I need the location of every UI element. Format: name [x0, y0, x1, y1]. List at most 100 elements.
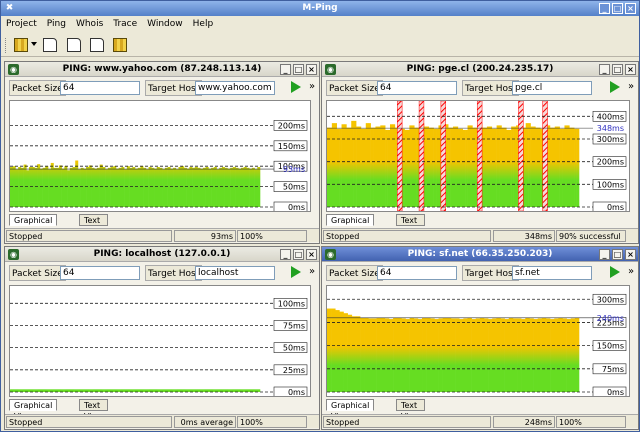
tick-label: 75ms — [283, 321, 305, 330]
close-icon[interactable]: × — [625, 3, 636, 14]
tick-label: 0ms — [288, 388, 305, 396]
packet-size-label: Packet Size — [326, 265, 383, 281]
tab-text-view[interactable]: Text View — [396, 214, 425, 236]
minimize-icon[interactable]: _ — [280, 249, 291, 260]
dropdown-arrow-icon[interactable] — [31, 42, 37, 46]
ping-window-title: PING: www.yahoo.com (87.248.113.14) — [62, 64, 262, 74]
new-whois-icon[interactable] — [67, 38, 81, 52]
start-ping-icon[interactable] — [291, 266, 301, 278]
ping-bar — [370, 127, 374, 207]
maximize-icon[interactable]: □ — [612, 3, 623, 14]
ping-window-title-bar[interactable]: ◉ PING: sf.net (66.35.250.203) _ □ × — [322, 247, 638, 262]
new-ping-icon[interactable] — [43, 38, 57, 52]
average-label: 240ms — [597, 314, 624, 323]
ping-bar — [351, 120, 354, 207]
minimize-icon[interactable]: _ — [280, 64, 291, 75]
ping-bar — [327, 308, 332, 392]
menu-whois[interactable]: Whois — [71, 16, 108, 32]
ping-bar — [558, 317, 563, 392]
target-host-input[interactable] — [512, 81, 592, 95]
ping-bar — [467, 317, 472, 392]
tab-text-view[interactable]: Text View — [79, 399, 108, 421]
ping-bar — [159, 167, 163, 207]
target-host-input[interactable] — [195, 81, 275, 95]
menu-ping[interactable]: Ping — [42, 16, 71, 32]
ping-bar — [347, 314, 353, 392]
ping-bar — [42, 167, 46, 207]
minimize-icon[interactable]: _ — [599, 64, 610, 75]
more-options-icon[interactable]: » — [309, 80, 315, 94]
menu-help[interactable]: Help — [188, 16, 219, 32]
lost-packet-bar — [440, 100, 446, 212]
ping-bar — [566, 125, 570, 207]
ping-bar — [102, 167, 106, 207]
tab-text-view[interactable]: Text View — [396, 399, 425, 421]
close-icon[interactable]: × — [306, 64, 317, 75]
close-icon[interactable]: × — [625, 249, 636, 260]
more-options-icon[interactable]: » — [309, 265, 315, 279]
maximize-icon[interactable]: □ — [612, 249, 623, 260]
ping-bar — [397, 317, 402, 392]
ping-window-title-bar[interactable]: ◉ PING: pge.cl (200.24.235.17) _ □ × — [322, 62, 638, 77]
ping-bar — [105, 169, 109, 207]
start-ping-icon[interactable] — [291, 81, 301, 93]
minimize-icon[interactable]: _ — [599, 249, 610, 260]
tab-graphical-view[interactable]: Graphical View — [326, 214, 375, 236]
more-options-icon[interactable]: » — [628, 265, 634, 279]
target-host-input[interactable] — [195, 266, 275, 280]
ping-window[interactable]: ◉ PING: pge.cl (200.24.235.17) _ □ × Pac… — [321, 61, 639, 244]
close-icon[interactable]: × — [625, 64, 636, 75]
more-options-icon[interactable]: » — [628, 80, 634, 94]
tick-label: 150ms — [597, 342, 624, 351]
packet-size-input[interactable] — [377, 266, 457, 280]
tab-graphical-view[interactable]: Graphical View — [9, 214, 58, 236]
title-bar[interactable]: ✖ M-Ping _ □ × — [1, 1, 639, 16]
menu-project[interactable]: Project — [1, 16, 42, 32]
ping-window[interactable]: ◉ PING: www.yahoo.com (87.248.113.14) _ … — [4, 61, 320, 244]
target-host-input[interactable] — [512, 266, 592, 280]
status-bar: Stopped 248ms average 100% successful — [322, 414, 638, 428]
tab-graphical-view[interactable]: Graphical View — [9, 399, 58, 421]
ping-bar — [31, 167, 35, 207]
tab-graphical-view[interactable]: Graphical View — [326, 399, 375, 421]
status-bar: Stopped 93ms average 100% successful — [5, 228, 319, 242]
packet-size-input[interactable] — [60, 81, 140, 95]
tab-text-view[interactable]: Text View — [79, 214, 108, 236]
ping-bar — [50, 162, 54, 207]
start-ping-icon[interactable] — [610, 266, 620, 278]
toolbar-grip[interactable] — [5, 38, 8, 53]
ping-window[interactable]: ◉ PING: sf.net (66.35.250.203) _ □ × Pac… — [321, 246, 639, 430]
ping-bar — [164, 167, 168, 207]
packet-size-input[interactable] — [60, 266, 140, 280]
ping-window[interactable]: ◉ PING: localhost (127.0.0.1) _ □ × Pack… — [4, 246, 320, 430]
maximize-icon[interactable]: □ — [293, 249, 304, 260]
ping-bar — [67, 170, 71, 207]
ping-bar — [385, 129, 388, 207]
ping-bar — [336, 128, 340, 207]
ping-bar — [450, 127, 454, 207]
ping-bar — [376, 317, 382, 392]
ping-bar — [559, 128, 563, 207]
ping-bar — [535, 127, 539, 207]
ping-window-title-bar[interactable]: ◉ PING: www.yahoo.com (87.248.113.14) _ … — [5, 62, 319, 77]
start-ping-icon[interactable] — [610, 81, 620, 93]
minimize-icon[interactable]: _ — [599, 3, 610, 14]
packet-size-input[interactable] — [377, 81, 457, 95]
ping-bar — [521, 319, 526, 392]
new-trace-icon[interactable] — [90, 38, 104, 52]
ping-bar — [392, 124, 396, 207]
ping-bar — [428, 127, 432, 207]
new-project-icon[interactable] — [14, 38, 28, 52]
close-icon[interactable]: × — [306, 249, 317, 260]
ping-bar — [246, 167, 250, 207]
menu-window[interactable]: Window — [142, 16, 188, 32]
ping-bar — [442, 317, 448, 392]
tick-label: 100ms — [597, 180, 624, 189]
ping-window-title-bar[interactable]: ◉ PING: localhost (127.0.0.1) _ □ × — [5, 247, 319, 262]
maximize-icon[interactable]: □ — [612, 64, 623, 75]
menu-trace[interactable]: Trace — [108, 16, 142, 32]
open-window-icon[interactable] — [113, 38, 127, 52]
lost-packet-bar — [397, 100, 403, 212]
ping-bar — [329, 127, 333, 207]
maximize-icon[interactable]: □ — [293, 64, 304, 75]
